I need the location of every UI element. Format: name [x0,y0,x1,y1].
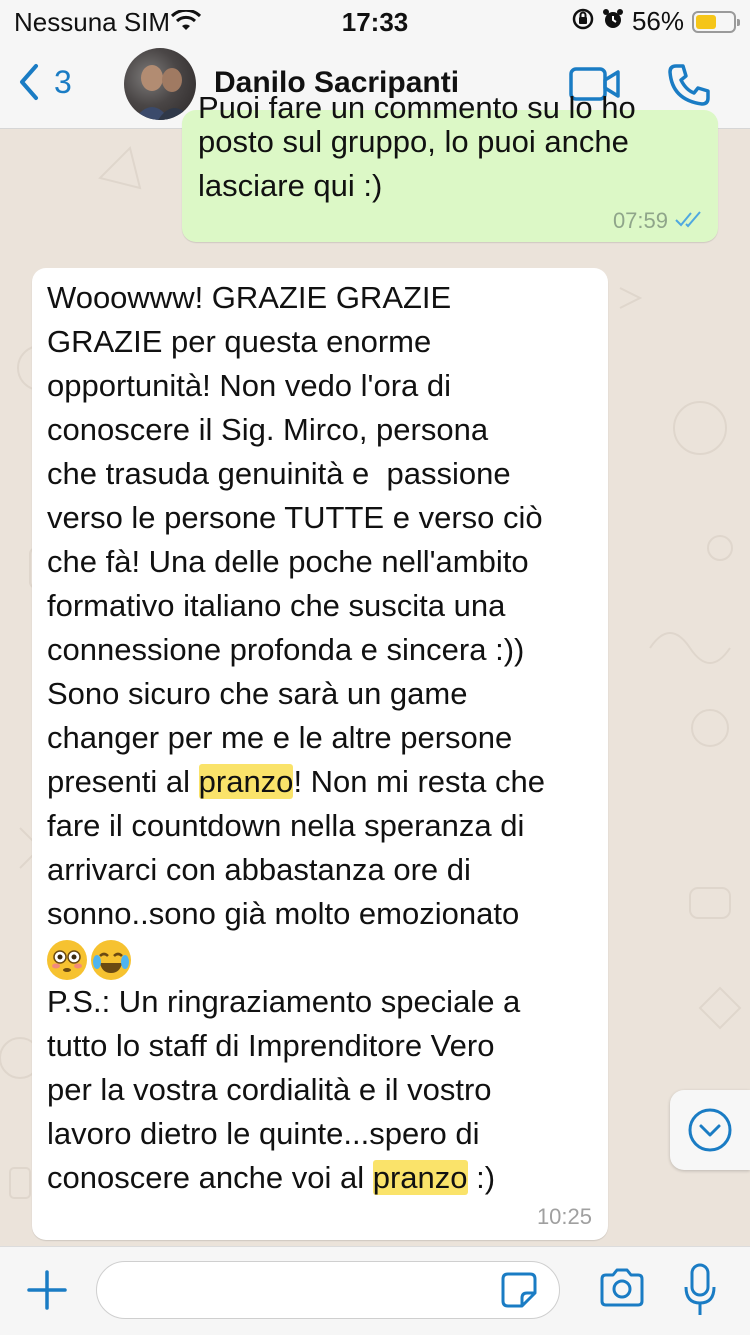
attach-button[interactable] [26,1269,68,1316]
tears-of-joy-emoji-icon [91,939,131,980]
message-text: posto sul gruppo, lo puoi anche lasciare… [198,124,629,203]
double-check-icon [674,208,704,234]
incoming-message-bubble[interactable]: Wooowww! GRAZIE GRAZIE GRAZIE per questa… [32,268,608,1240]
message-text: Wooowww! GRAZIE GRAZIE GRAZIE per questa… [47,276,607,1200]
scroll-to-bottom-button[interactable] [670,1090,750,1170]
camera-icon [600,1268,644,1307]
voice-message-button[interactable] [682,1263,718,1324]
battery-icon [692,10,740,33]
alarm-icon [602,6,624,37]
status-bar: Nessuna SIM 17:33 56% [0,0,750,40]
highlighted-search-term: pranzo [198,764,294,799]
message-time: 07:59 [612,208,668,233]
message-input[interactable] [96,1261,560,1319]
message-time: 10:25 [536,1204,592,1229]
sticker-icon [501,1272,537,1308]
orientation-lock-icon [572,6,594,37]
phone-icon [668,64,710,106]
unread-count: 3 [54,63,72,100]
camera-button[interactable] [598,1267,646,1314]
outgoing-message-bubble[interactable]: Puoi fare un commento su lo ho posto sul… [182,90,718,242]
chevron-left-icon [20,64,38,100]
text-segment: :) [467,1160,496,1195]
plus-icon [27,1270,67,1310]
back-button[interactable]: 3 [16,62,72,102]
message-input-bar [0,1246,750,1335]
flushed-face-emoji-icon [47,939,87,980]
avatar[interactable] [124,48,196,120]
message-meta: 07:59 [613,208,704,234]
chevron-down-circle-icon [688,1108,732,1152]
voice-call-button[interactable] [666,62,712,113]
battery-percent: 56% [631,6,684,36]
microphone-icon [684,1263,716,1315]
text-segment: Wooowww! GRAZIE GRAZIE GRAZIE per questa… [47,280,543,799]
sticker-button[interactable] [500,1271,538,1314]
highlighted-search-term: pranzo [372,1160,468,1195]
